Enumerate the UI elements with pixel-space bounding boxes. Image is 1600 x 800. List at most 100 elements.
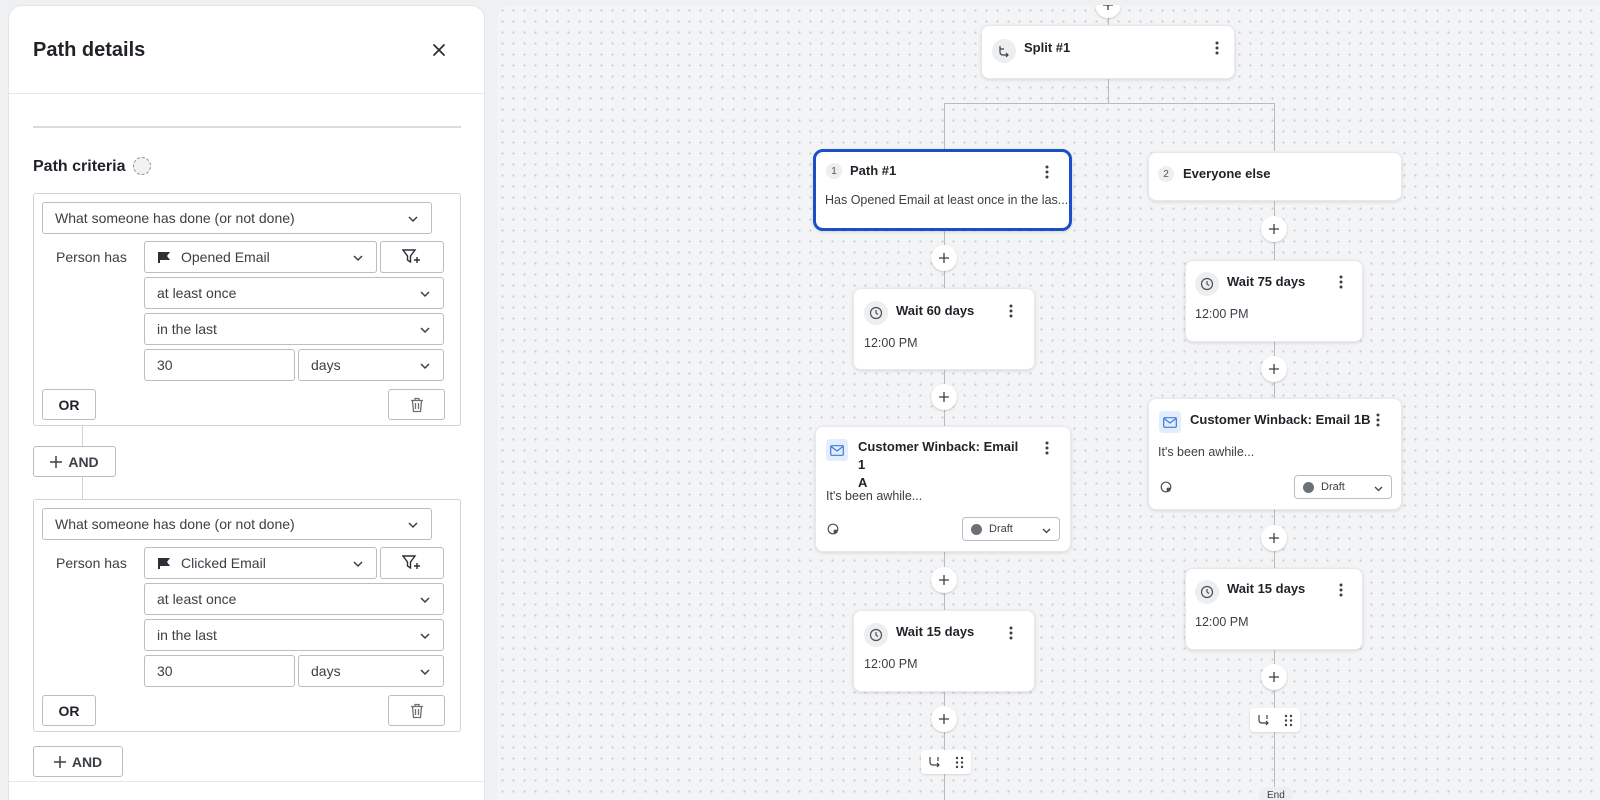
condition-type-value: What someone has done (or not done) — [55, 210, 295, 226]
email-title-line: A — [858, 475, 868, 490]
section-divider — [33, 126, 461, 128]
unit-value: days — [311, 663, 341, 679]
flow-line — [1108, 79, 1109, 103]
path-2-card[interactable]: 2 Everyone else — [1148, 152, 1402, 201]
delete-condition-button[interactable] — [388, 389, 445, 420]
add-step-button[interactable] — [1095, 5, 1121, 18]
plus-icon — [939, 392, 949, 402]
condition-group-1: What someone has done (or not done) Pers… — [33, 193, 461, 426]
metric-select[interactable]: Opened Email — [144, 241, 377, 273]
path-1-card[interactable]: 1 Path #1 Has Opened Email at least once… — [813, 149, 1072, 231]
chevron-down-icon — [408, 216, 418, 223]
add-step-button[interactable] — [1261, 356, 1287, 382]
more-options-icon[interactable] — [1044, 440, 1050, 456]
drag-handle-icon[interactable] — [955, 756, 964, 769]
chevron-down-icon — [408, 522, 418, 529]
more-options-icon[interactable] — [1338, 274, 1344, 290]
status-dropdown[interactable]: Draft — [1294, 475, 1392, 499]
footer-divider — [9, 781, 484, 782]
email-title: Customer Winback: Email 1B — [1190, 412, 1371, 427]
amount-input[interactable]: 30 — [144, 655, 295, 687]
split-icon — [992, 39, 1016, 63]
wait-time: 12:00 PM — [864, 657, 918, 671]
amount-value: 30 — [157, 357, 173, 373]
more-options-icon[interactable] — [1008, 303, 1014, 319]
status-label: Draft — [1321, 481, 1345, 493]
add-step-button[interactable] — [931, 706, 957, 732]
add-filter-button[interactable] — [380, 547, 444, 579]
or-button[interactable]: OR — [42, 389, 96, 420]
wait-card[interactable]: Wait 15 days 12:00 PM — [1185, 568, 1363, 650]
more-options-icon[interactable] — [1338, 582, 1344, 598]
smart-send-icon — [827, 523, 839, 535]
wait-card[interactable]: Wait 15 days 12:00 PM — [853, 610, 1035, 692]
plus-icon — [1269, 364, 1279, 374]
more-options-icon[interactable] — [1044, 164, 1050, 180]
plus-icon — [1103, 5, 1113, 10]
wait-card[interactable]: Wait 60 days 12:00 PM — [853, 288, 1035, 370]
add-filter-button[interactable] — [380, 241, 444, 273]
wait-title: Wait 15 days — [1227, 581, 1306, 596]
and-button[interactable]: AND — [33, 446, 116, 477]
or-button[interactable]: OR — [42, 695, 96, 726]
path-title: Path #1 — [850, 163, 897, 178]
metric-value: Clicked Email — [181, 555, 266, 571]
close-icon — [433, 44, 445, 56]
plus-icon — [1269, 533, 1279, 543]
timeframe-select[interactable]: in the last — [144, 619, 444, 651]
chevron-down-icon — [1042, 528, 1051, 534]
timeframe-select[interactable]: in the last — [144, 313, 444, 345]
close-button[interactable] — [429, 40, 449, 60]
frequency-select[interactable]: at least once — [144, 583, 444, 615]
path-number-badge: 1 — [826, 163, 842, 179]
flow-line — [1274, 103, 1275, 151]
flow-line — [944, 103, 1274, 104]
end-label: End — [1259, 787, 1293, 800]
flag-icon — [158, 558, 170, 569]
plus-icon — [53, 755, 66, 768]
add-step-button[interactable] — [931, 567, 957, 593]
condition-type-value: What someone has done (or not done) — [55, 516, 295, 532]
amount-input[interactable]: 30 — [144, 349, 295, 381]
wait-card[interactable]: Wait 75 days 12:00 PM — [1185, 260, 1363, 342]
wait-title: Wait 60 days — [896, 303, 975, 318]
email-title-line: Customer Winback: Email 1 — [858, 439, 1019, 472]
filter-plus-icon — [402, 555, 420, 570]
path-title: Everyone else — [1183, 166, 1271, 181]
unit-select[interactable]: days — [298, 349, 444, 381]
add-step-button[interactable] — [931, 245, 957, 271]
more-options-icon[interactable] — [1008, 625, 1014, 641]
smart-send-icon — [1160, 481, 1172, 493]
condition-type-select[interactable]: What someone has done (or not done) — [42, 508, 432, 540]
timeframe-value: in the last — [157, 627, 217, 643]
wait-title: Wait 75 days — [1227, 274, 1306, 289]
add-step-button[interactable] — [931, 384, 957, 410]
chevron-down-icon — [420, 597, 430, 604]
wait-title: Wait 15 days — [896, 624, 975, 639]
add-step-button[interactable] — [1261, 216, 1287, 242]
status-dropdown[interactable]: Draft — [962, 517, 1060, 541]
more-options-icon[interactable] — [1214, 40, 1220, 56]
add-step-button[interactable] — [1261, 525, 1287, 551]
and-button[interactable]: AND — [33, 746, 123, 777]
condition-type-select[interactable]: What someone has done (or not done) — [42, 202, 432, 234]
split-card[interactable]: Split #1 — [981, 25, 1235, 79]
frequency-select[interactable]: at least once — [144, 277, 444, 309]
delete-condition-button[interactable] — [388, 695, 445, 726]
clock-icon — [1195, 272, 1219, 296]
unit-select[interactable]: days — [298, 655, 444, 687]
add-step-button[interactable] — [1261, 664, 1287, 690]
chevron-down-icon — [420, 327, 430, 334]
branch-icon[interactable] — [1257, 714, 1270, 727]
email-card[interactable]: Customer Winback: Email 1B It's been awh… — [1148, 398, 1402, 510]
group-connector — [82, 426, 83, 446]
loading-icon — [133, 157, 151, 175]
email-card[interactable]: Customer Winback: Email 1 A It's been aw… — [815, 426, 1071, 552]
drag-handle-icon[interactable] — [1284, 714, 1293, 727]
branch-icon[interactable] — [928, 756, 941, 769]
chevron-down-icon — [353, 255, 363, 262]
more-options-icon[interactable] — [1375, 412, 1381, 428]
flow-canvas[interactable]: Split #1 1 Path #1 Has Opened Email at l… — [497, 5, 1600, 800]
metric-select[interactable]: Clicked Email — [144, 547, 377, 579]
mail-icon — [826, 439, 848, 461]
